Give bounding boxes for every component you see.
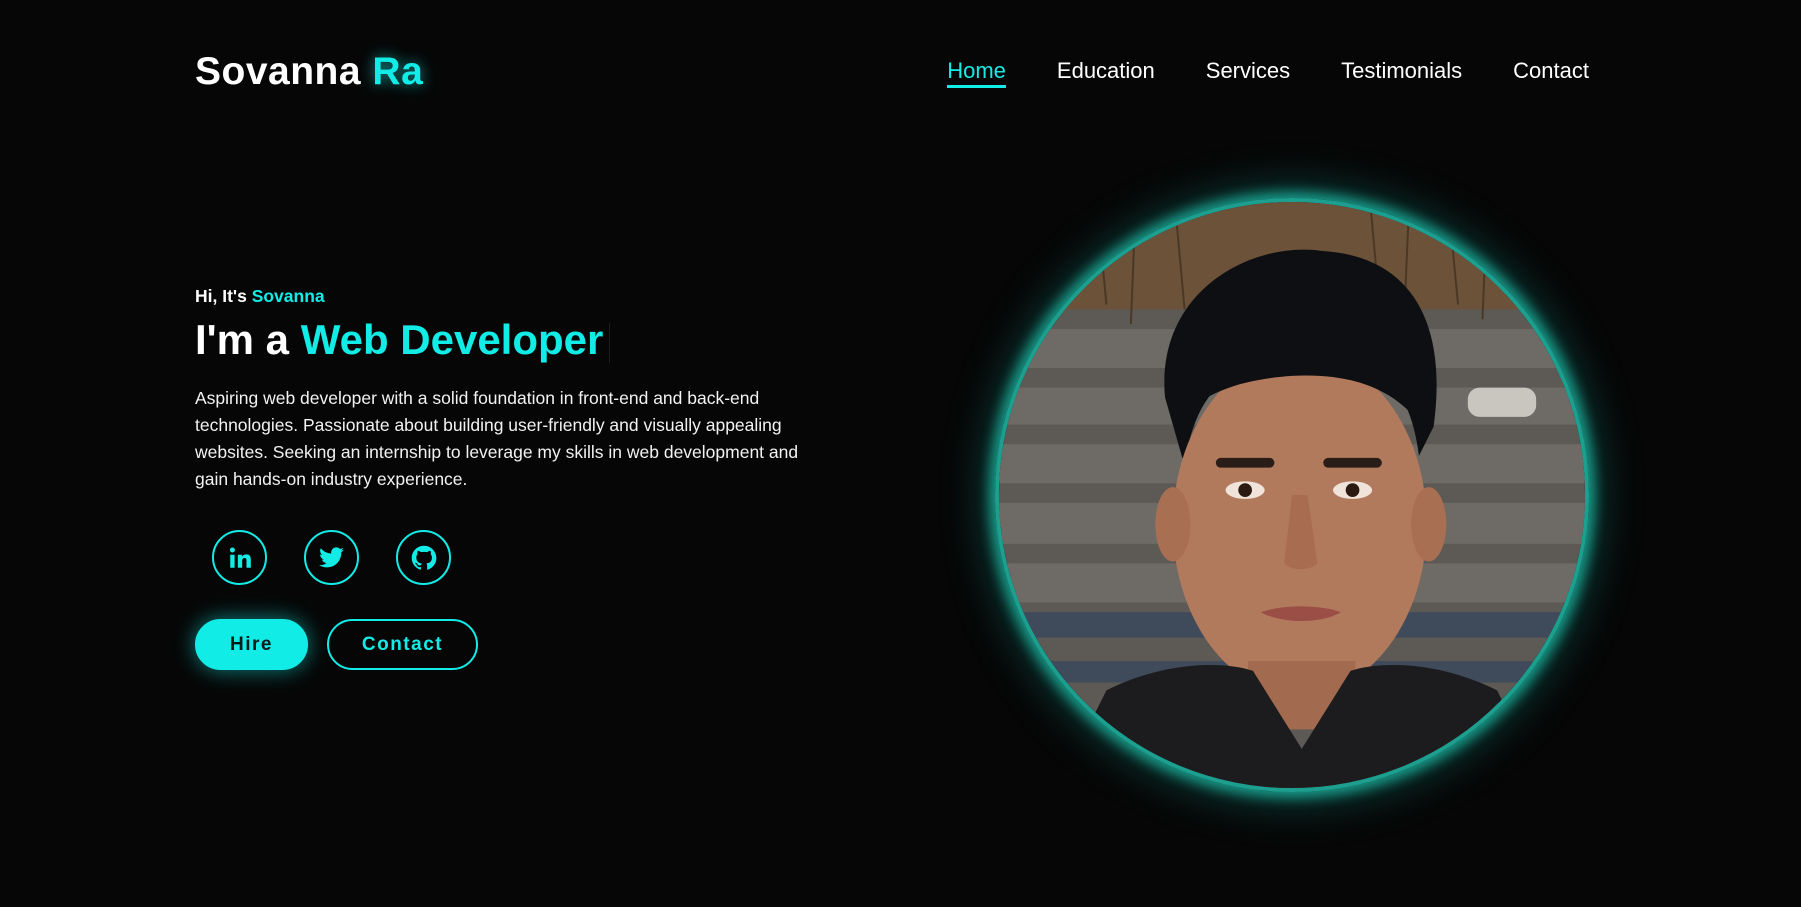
main-nav: Home Education Services Testimonials Con…: [947, 58, 1589, 88]
linkedin-link[interactable]: [212, 530, 267, 585]
role-title: Web Developer: [300, 316, 604, 363]
hero-role: I'm a Web Developer: [195, 316, 611, 364]
nav-item-services[interactable]: Services: [1206, 58, 1290, 88]
twitter-icon: [319, 547, 344, 568]
hero-greeting: Hi, It's Sovanna: [195, 286, 325, 307]
nav-item-education[interactable]: Education: [1057, 58, 1155, 88]
page: Sovanna Ra Home Education Services Testi…: [0, 0, 1801, 907]
site-logo[interactable]: Sovanna Ra: [195, 50, 423, 94]
linkedin-icon: [229, 546, 251, 568]
typing-caret: [609, 322, 611, 363]
contact-button[interactable]: Contact: [327, 619, 478, 670]
role-prefix: I'm a: [195, 316, 290, 363]
twitter-link[interactable]: [304, 530, 359, 585]
github-link[interactable]: [396, 530, 451, 585]
greeting-prefix: Hi, It's: [195, 286, 247, 306]
nav-item-contact[interactable]: Contact: [1513, 58, 1589, 88]
github-icon: [411, 545, 436, 570]
logo-first-name: Sovanna: [195, 50, 362, 93]
social-links: [212, 530, 451, 585]
profile-photo: [999, 202, 1585, 788]
hero-description: Aspiring web developer with a solid foun…: [195, 388, 799, 489]
nav-item-testimonials[interactable]: Testimonials: [1341, 58, 1462, 88]
nav-item-home[interactable]: Home: [947, 58, 1006, 88]
greeting-name: Sovanna: [251, 286, 325, 306]
profile-portrait: [995, 198, 1589, 792]
hire-button[interactable]: Hire: [195, 619, 308, 670]
logo-accent-name: Ra: [372, 50, 424, 93]
hero-buttons: Hire Contact: [195, 619, 478, 670]
